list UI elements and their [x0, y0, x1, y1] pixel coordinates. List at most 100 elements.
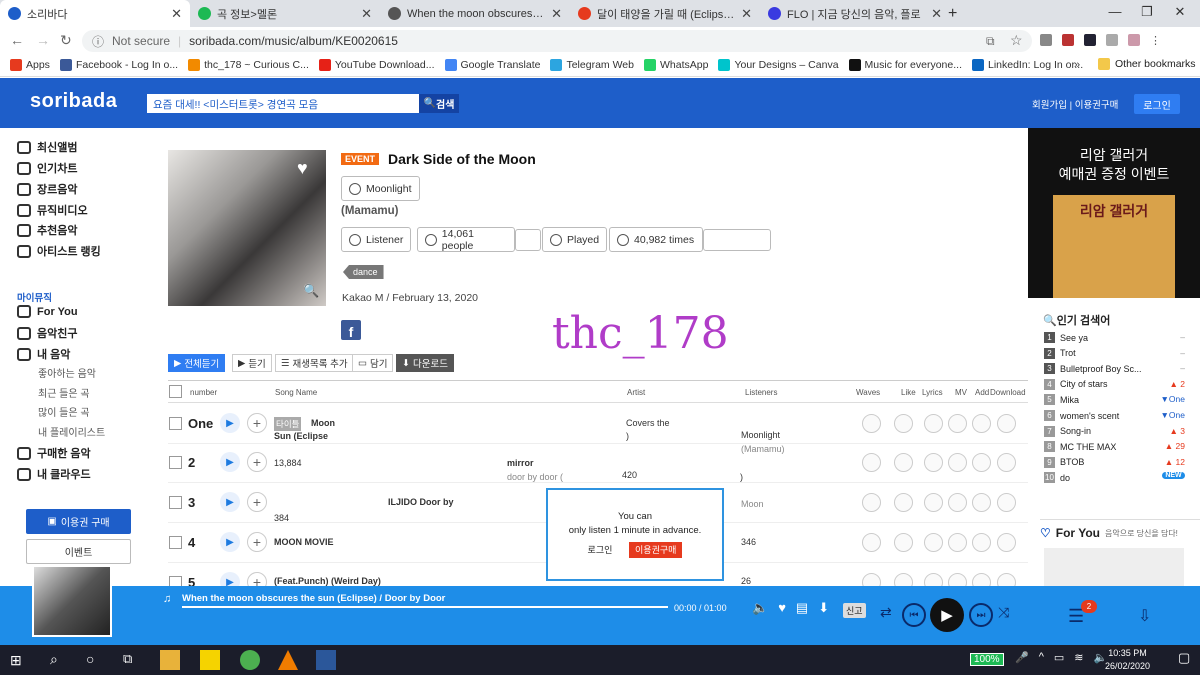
sidebar-item[interactable]: 최신앨범 [17, 139, 77, 155]
browser-tab[interactable]: 곡 정보>멜론 ✕ [190, 0, 380, 27]
add-icon[interactable]: + [247, 452, 267, 472]
add-folder-icon[interactable] [972, 453, 991, 472]
row-checkbox[interactable] [169, 496, 182, 509]
popular-item[interactable]: 9 BTOB [1044, 456, 1084, 468]
download-icon[interactable] [997, 453, 1016, 472]
zoom-icon[interactable]: 🔍 [303, 283, 319, 299]
bookmark-item[interactable]: WhatsApp [643, 59, 708, 71]
volume-icon[interactable]: 🔈 [752, 600, 768, 616]
cortana-icon[interactable]: ○ [86, 651, 94, 667]
bookmark-item[interactable]: Apps [10, 59, 50, 71]
add-playlist-button[interactable]: ☰ 재생목록 추가 [275, 354, 354, 372]
forward-icon[interactable]: → [36, 32, 50, 48]
star-icon[interactable]: ☆ [1010, 32, 1023, 49]
add-folder-icon[interactable] [972, 493, 991, 512]
add-icon[interactable]: + [247, 413, 267, 433]
clock[interactable]: 10:35 PM 26/02/2020 [1105, 647, 1150, 673]
bookmark-item[interactable]: Google Translate [444, 59, 540, 71]
waves-icon[interactable] [862, 533, 881, 552]
avatar[interactable] [1128, 34, 1140, 46]
soribada-logo[interactable]: soribada [30, 90, 117, 113]
header-links[interactable]: 회원가입 | 이용권구매 [1032, 97, 1118, 111]
chevron-up-icon[interactable]: ^ [1039, 651, 1044, 664]
popular-item[interactable]: 5 Mika [1044, 394, 1079, 406]
download-icon[interactable] [997, 493, 1016, 512]
play-icon[interactable]: ▶ [220, 452, 240, 472]
sidebar-item[interactable]: 내 음악 [17, 346, 70, 362]
browser-tab[interactable]: 소리바다 ✕ [0, 0, 190, 27]
back-icon[interactable]: ← [10, 32, 24, 48]
report-button[interactable]: 신고 [843, 603, 866, 618]
mv-icon[interactable] [948, 414, 967, 433]
add-folder-icon[interactable] [972, 533, 991, 552]
popular-item[interactable]: 8 MC THE MAX [1044, 441, 1116, 453]
chrome-icon[interactable] [240, 650, 260, 670]
close-icon[interactable]: ✕ [931, 6, 942, 22]
search-icon[interactable]: ⌕ [50, 651, 58, 668]
sidebar-item[interactable]: For You [17, 305, 78, 318]
sidebar-subitem[interactable]: 좋아하는 음악 [38, 365, 96, 380]
task-view-icon[interactable]: ⧉ [123, 651, 132, 667]
minimize-icon[interactable]: — [1105, 4, 1125, 19]
lyrics-icon[interactable]: ▤ [796, 600, 808, 616]
sidebar-item[interactable]: 추천음악 [17, 222, 77, 238]
close-icon[interactable]: ✕ [361, 6, 372, 22]
sidebar-item[interactable]: 아티스트 랭킹 [17, 243, 101, 259]
play-icon[interactable]: ▶ [220, 532, 240, 552]
play-icon[interactable]: ▶ [220, 492, 240, 512]
wifi-icon[interactable]: ≋ [1074, 651, 1083, 664]
listen-button[interactable]: ▶ 듣기 [232, 354, 272, 372]
list-icon[interactable] [1106, 34, 1118, 46]
more-bookmarks-icon[interactable]: » [1074, 59, 1080, 71]
sidebar-subitem[interactable]: 내 플레이리스트 [38, 424, 105, 439]
sidebar-item[interactable]: 인기차트 [17, 160, 77, 176]
reload-icon[interactable]: ↻ [60, 32, 72, 49]
save-button[interactable]: ▭ 담기 [352, 354, 394, 372]
heart-icon[interactable]: ♥ [297, 158, 308, 179]
lyrics-icon[interactable] [924, 453, 943, 472]
close-window-icon[interactable]: ✕ [1170, 4, 1190, 20]
browser-tab[interactable]: When the moon obscures the sun ✕ [380, 0, 570, 27]
next-icon[interactable]: ⏭ [969, 603, 993, 627]
popup-login-button[interactable]: 로그인 [588, 543, 613, 557]
file-explorer-icon[interactable] [160, 650, 180, 670]
player-progress[interactable] [182, 606, 668, 608]
close-icon[interactable]: ✕ [171, 6, 182, 22]
sidebar-item[interactable]: 음악친구 [17, 325, 77, 341]
mic-icon[interactable]: 🎤 [1015, 651, 1029, 664]
bookmark-item[interactable]: thc_178 ~ Curious C... [188, 59, 309, 71]
event-button[interactable]: 이벤트 [26, 539, 131, 564]
browser-tab[interactable]: 달이 태양을 가릴 때 (Eclipse)/문 ✕ [570, 0, 760, 27]
browser-tab[interactable]: FLO | 지금 당신의 음악, 플로 ✕ [760, 0, 950, 27]
download-icon[interactable]: ⬇ [818, 600, 829, 616]
mv-icon[interactable] [948, 533, 967, 552]
download-tray-icon[interactable]: ⇩ [1138, 606, 1151, 626]
artist-button[interactable]: Moonlight [341, 176, 420, 201]
windows-icon[interactable]: ⊞ [10, 652, 22, 669]
play-button[interactable]: ▶ [930, 598, 964, 632]
mv-icon[interactable] [948, 453, 967, 472]
add-folder-icon[interactable] [972, 414, 991, 433]
bookmark-item[interactable]: LinkedIn: Log In or... [971, 59, 1083, 71]
sidebar-item[interactable]: 장르음악 [17, 181, 77, 197]
sidebar-item[interactable]: 구매한 음악 [17, 445, 91, 461]
notification-icon[interactable]: ▢ [1178, 650, 1190, 666]
pdf-icon[interactable] [1062, 34, 1074, 46]
bookmark-item[interactable]: YouTube Download... [318, 59, 435, 71]
prev-icon[interactable]: ⏮ [902, 603, 926, 627]
search-input[interactable]: 요즘 대세!! <미스터트롯> 경연곡 모음 [147, 94, 419, 113]
add-icon[interactable]: + [247, 492, 267, 512]
close-icon[interactable]: ✕ [551, 6, 562, 22]
close-icon[interactable]: ✕ [741, 6, 752, 22]
bookmark-item[interactable]: Your Designs – Canva [718, 59, 839, 71]
sidebar-subitem[interactable]: 많이 들은 곡 [38, 404, 90, 419]
bookmark-item[interactable]: Facebook - Log In o... [59, 59, 178, 71]
network-icon[interactable]: ▭ [1054, 651, 1064, 664]
select-all-checkbox[interactable] [169, 385, 182, 398]
login-button[interactable]: 로그인 [1134, 94, 1180, 114]
shuffle-icon[interactable]: ⤨ [998, 604, 1009, 621]
shield-icon[interactable] [1084, 34, 1096, 46]
like-icon[interactable] [894, 414, 913, 433]
like-icon[interactable] [894, 533, 913, 552]
row-checkbox[interactable] [169, 456, 182, 469]
